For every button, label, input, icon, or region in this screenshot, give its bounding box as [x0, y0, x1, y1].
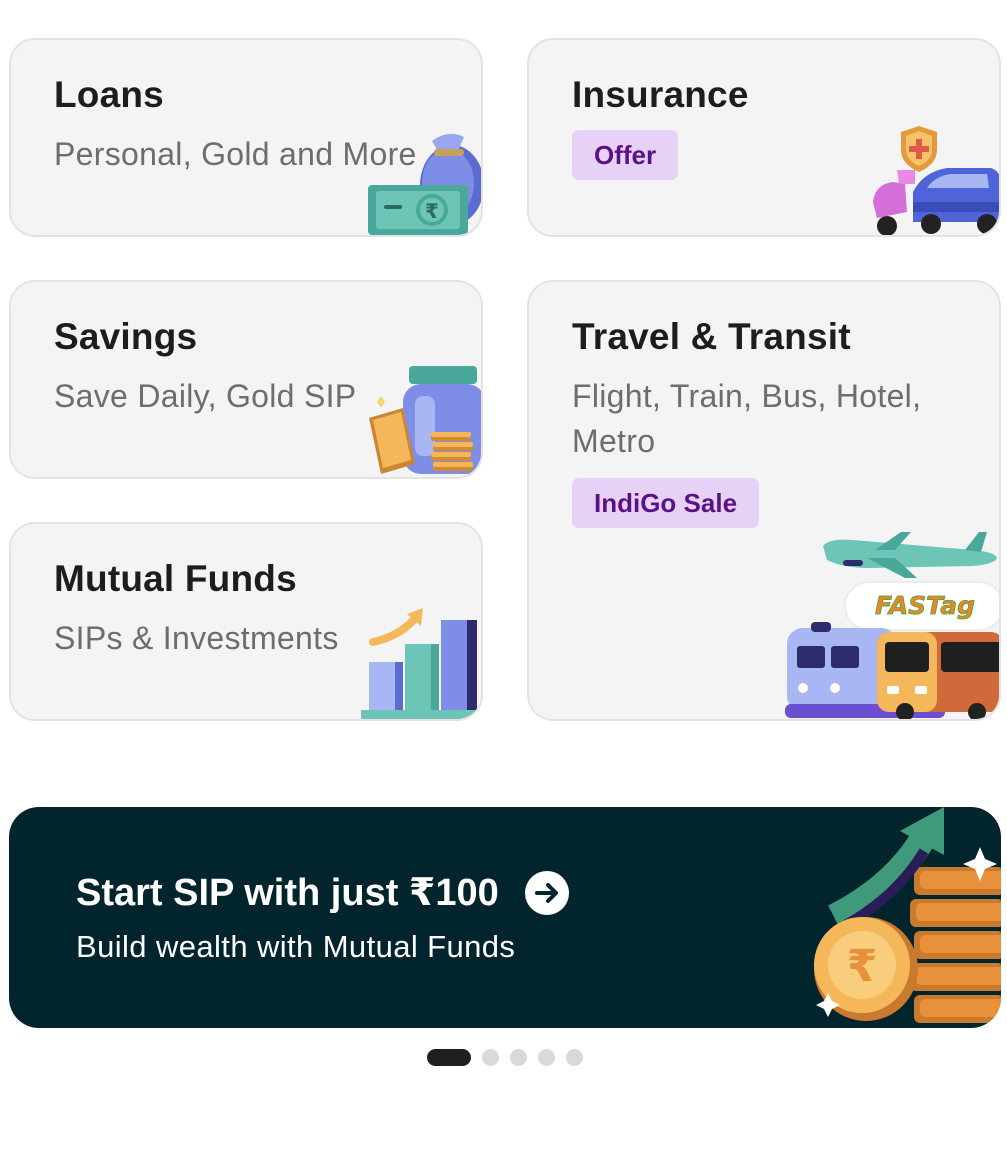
carousel-dot-5[interactable]	[566, 1049, 583, 1066]
travel-subtitle: Flight, Train, Bus, Hotel, Metro	[572, 378, 922, 459]
svg-text:₹: ₹	[847, 941, 878, 992]
vehicle-insurance-icon	[873, 126, 999, 235]
banner-title: Start SIP with just ₹100	[76, 872, 499, 914]
travel-icon: FASTag	[785, 532, 999, 719]
carousel-dot-3[interactable]	[510, 1049, 527, 1066]
indigo-sale-badge: IndiGo Sale	[572, 478, 760, 528]
svg-text:₹: ₹	[425, 199, 439, 223]
growth-chart-icon	[361, 608, 481, 719]
carousel-dot-1[interactable]	[427, 1049, 471, 1066]
arrow-right-icon[interactable]	[525, 871, 569, 915]
coins-growth-icon: ₹	[814, 807, 1001, 1023]
loans-subtitle: Personal, Gold and More	[54, 136, 417, 172]
insurance-title: Insurance	[572, 74, 749, 115]
carousel-dot-2[interactable]	[482, 1049, 499, 1066]
savings-subtitle: Save Daily, Gold SIP	[54, 378, 357, 414]
insurance-card[interactable]: Insurance Offer	[527, 38, 1001, 237]
loans-card[interactable]: Loans Personal, Gold and More ₹	[9, 38, 483, 237]
travel-title: Travel & Transit	[572, 316, 851, 357]
fastag-logo: FASTag	[875, 591, 975, 620]
money-bag-icon: ₹	[368, 133, 481, 235]
savings-jar-icon	[369, 366, 481, 474]
offer-badge: Offer	[572, 130, 679, 180]
savings-title: Savings	[54, 316, 198, 357]
mutual-funds-title: Mutual Funds	[54, 558, 297, 599]
mutual-funds-subtitle: SIPs & Investments	[54, 620, 339, 656]
travel-transit-card[interactable]: Travel & Transit Flight, Train, Bus, Hot…	[527, 280, 1001, 721]
savings-card[interactable]: Savings Save Daily, Gold SIP	[9, 280, 483, 479]
banner-subtitle: Build wealth with Mutual Funds	[76, 929, 516, 964]
carousel-dot-4[interactable]	[538, 1049, 555, 1066]
sip-promo-banner[interactable]: Start SIP with just ₹100 Build wealth wi…	[9, 807, 1001, 1028]
mutual-funds-card[interactable]: Mutual Funds SIPs & Investments	[9, 522, 483, 721]
loans-title: Loans	[54, 74, 164, 115]
